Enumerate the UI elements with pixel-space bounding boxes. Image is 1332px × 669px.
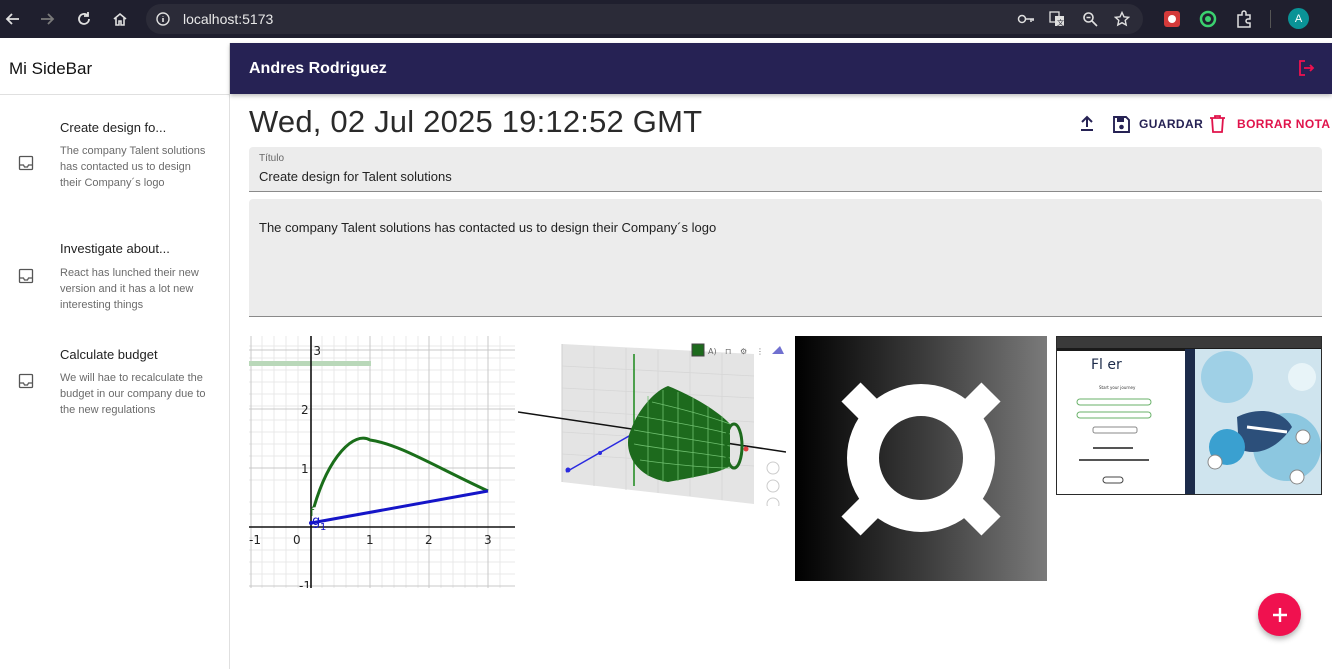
add-note-button[interactable] — [1258, 593, 1301, 636]
graph-y-tick: 1 — [301, 462, 309, 476]
svg-text:⋮: ⋮ — [756, 347, 764, 356]
password-key-icon[interactable] — [1017, 11, 1034, 27]
note-body: We will hae to recalculate the budget in… — [60, 372, 206, 416]
save-button[interactable]: GUARDAR — [1112, 114, 1203, 134]
forward-arrow-icon[interactable] — [37, 9, 57, 29]
note-date: Wed, 02 Jul 2025 19:12:52 GMT — [249, 104, 703, 139]
save-label: GUARDAR — [1139, 117, 1204, 131]
title-field[interactable]: Título Create design for Talent solution… — [249, 147, 1322, 192]
graph-x-tick: 0 — [293, 533, 301, 547]
upload-icon — [1079, 114, 1095, 135]
home-icon[interactable] — [110, 9, 130, 29]
translate-icon[interactable]: 文 — [1049, 11, 1065, 27]
body-textarea[interactable]: The company Talent solutions has contact… — [249, 199, 1322, 317]
logout-icon[interactable] — [1297, 59, 1315, 77]
body-text[interactable]: The company Talent solutions has contact… — [259, 220, 716, 235]
svg-text:⊓: ⊓ — [725, 347, 731, 356]
url-text: localhost:5173 — [183, 11, 274, 27]
bookmark-star-icon[interactable] — [1113, 10, 1131, 27]
app-bar: Andres Rodriguez — [230, 43, 1332, 94]
svg-text:文: 文 — [1057, 18, 1064, 27]
browser-toolbar: localhost:5173 文 A — [0, 0, 1332, 38]
sidebar: Mi SideBar Create design fo... The compa… — [0, 43, 230, 669]
mock-caption-text: Start your journey — [1099, 385, 1136, 390]
delete-note-button[interactable]: BORRAR NOTA — [1209, 114, 1331, 134]
upload-button[interactable] — [1079, 114, 1095, 134]
note-body: The company Talent solutions has contact… — [60, 145, 206, 189]
inbox-icon — [18, 155, 34, 171]
graph-x-tick: 3 — [484, 533, 492, 547]
svg-text:A): A) — [708, 347, 717, 356]
gallery-image-graph-2d[interactable]: 3 2 1 -1 -1 0 1 2 3 f g 1 — [249, 336, 515, 588]
note-title: Calculate budget — [60, 347, 158, 362]
graph-x-tick: 1 — [366, 533, 374, 547]
note-title: Create design fo... — [60, 120, 167, 135]
site-info-icon[interactable] — [155, 11, 171, 27]
toolbar-divider — [1270, 10, 1271, 28]
extension-green-icon[interactable] — [1198, 9, 1218, 29]
sidebar-title: Mi SideBar — [0, 43, 229, 95]
address-bar[interactable]: localhost:5173 文 — [146, 4, 1143, 34]
user-name: Andres Rodriguez — [249, 60, 387, 77]
extensions-puzzle-icon[interactable] — [1234, 9, 1254, 29]
trash-icon — [1209, 114, 1226, 134]
graph-x-tick: 2 — [425, 533, 433, 547]
graph-y-tick: -1 — [299, 579, 311, 588]
svg-text:⚙: ⚙ — [740, 347, 747, 356]
profile-initial: A — [1294, 12, 1303, 25]
title-input[interactable]: Create design for Talent solutions — [259, 169, 452, 184]
delete-label: BORRAR NOTA — [1237, 117, 1331, 131]
graph-y-tick: 3 — [313, 344, 321, 358]
note-title: Investigate about... — [60, 241, 170, 256]
title-field-label: Título — [259, 153, 285, 164]
sidebar-note-item[interactable]: Create design fo... The company Talent s… — [0, 103, 229, 223]
graph-y-tick: 2 — [301, 403, 309, 417]
graph-x-tick: -1 — [249, 533, 261, 547]
extension-red-icon[interactable] — [1162, 9, 1182, 29]
back-arrow-icon[interactable] — [3, 9, 23, 29]
floppy-icon — [1112, 115, 1131, 134]
mock-brand-text: Fl er — [1091, 357, 1122, 373]
plus-icon — [1272, 607, 1288, 623]
profile-avatar[interactable]: A — [1288, 8, 1309, 29]
sidebar-note-item[interactable]: Investigate about... React has lunched t… — [0, 228, 229, 318]
graph-label-g-sub: 1 — [320, 522, 326, 533]
note-body: React has lunched their new version and … — [60, 267, 199, 311]
zoom-icon[interactable] — [1082, 11, 1098, 27]
inbox-icon — [18, 373, 34, 389]
inbox-icon — [18, 268, 34, 284]
reload-icon[interactable] — [74, 9, 94, 29]
gallery-image-graph-3d[interactable]: A) ⊓ ⚙ ⋮ — [518, 336, 786, 506]
gallery-image-currency-logo[interactable] — [795, 336, 1047, 581]
gallery-image-app-screenshot[interactable]: Fl er Start your journey — [1056, 336, 1322, 495]
sidebar-note-item[interactable]: Calculate budget We will hae to recalcul… — [0, 333, 229, 423]
